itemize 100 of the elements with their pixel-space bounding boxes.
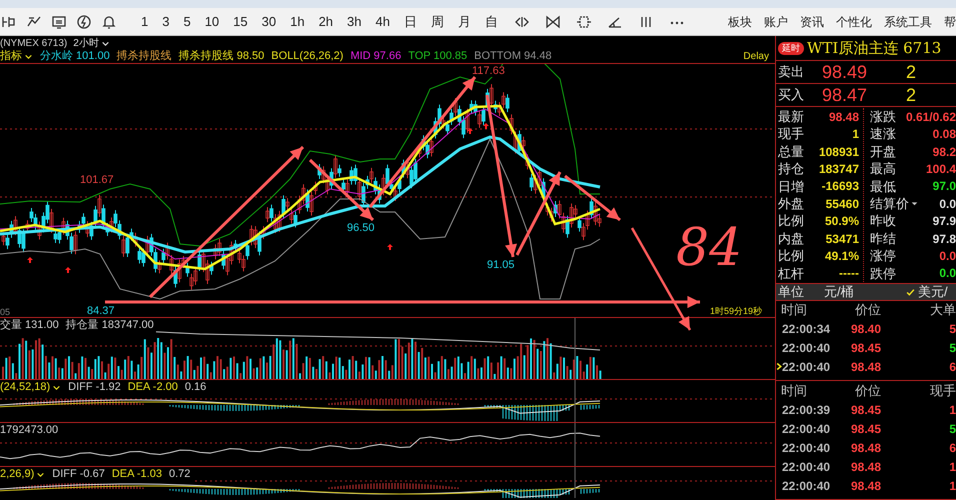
unit-value: 元/桶 xyxy=(824,283,855,302)
stat-label: 昨收 xyxy=(870,212,896,230)
column-header: 价位 xyxy=(854,301,881,320)
amount-cell-text: 6 xyxy=(948,440,956,456)
order-label: 买入 xyxy=(777,86,805,104)
stat-label: 外盘 xyxy=(778,195,804,213)
period-button[interactable]: 周 xyxy=(428,12,446,32)
period-button[interactable]: 10 xyxy=(202,12,222,32)
legend-label: 交量 131.00 xyxy=(0,318,59,333)
time-cell-text: 22:00:39 xyxy=(782,402,832,418)
price-cell-text: 98.48 xyxy=(850,440,881,456)
indicator-dropdown[interactable]: (24,52,18) xyxy=(0,380,62,395)
period-button[interactable]: 1h xyxy=(288,12,307,32)
price-label: 84.37 xyxy=(87,306,115,317)
price-cell-text: 98.48 xyxy=(850,358,881,376)
stat-value: 55460 xyxy=(826,196,859,213)
instrument-title: WTI原油主连 6713 xyxy=(807,38,942,59)
menu-item[interactable]: 个性化 xyxy=(836,12,872,30)
order-price: 98.49 xyxy=(822,60,868,84)
period-button[interactable]: 30 xyxy=(260,12,278,32)
amount-cell-text: 5 xyxy=(948,420,956,438)
time-cell-text: 22:00:34 xyxy=(782,320,832,338)
stat-label: 昨结 xyxy=(870,230,896,248)
stat-value: 98.2 xyxy=(932,144,956,161)
legend-label: 搏杀持股线 98.50 xyxy=(178,49,264,64)
period-button[interactable]: 1 xyxy=(139,12,150,32)
stat-label: 比例 xyxy=(778,247,804,266)
menu-item[interactable]: 帮 xyxy=(944,12,956,30)
unit-label: 单位 xyxy=(777,283,805,302)
stat-value: 0.0 xyxy=(939,265,956,282)
price-cell-text: 98.45 xyxy=(850,402,881,418)
stat-label: 持仓 xyxy=(778,160,804,178)
menu-item[interactable]: 板块 xyxy=(728,12,752,30)
stat-value: 97.0 xyxy=(932,178,956,196)
legend-label: 0.16 xyxy=(184,380,206,395)
stat-label: 总量 xyxy=(778,142,804,161)
stat-label: 杠杆 xyxy=(778,264,804,283)
order-volume: 2 xyxy=(906,60,916,84)
stat-value: -16693 xyxy=(822,178,859,196)
price-label: 91.05 xyxy=(487,260,515,271)
period-dropdown[interactable]: 2小时 xyxy=(73,36,110,50)
menu-item[interactable]: 资讯 xyxy=(800,12,824,30)
stat-label: 内盘 xyxy=(778,230,804,248)
price-cell-text: 98.48 xyxy=(850,458,881,476)
indicator-dropdown[interactable]: 2,26,9) xyxy=(0,467,46,482)
stat-label: 涨跌 xyxy=(870,108,896,126)
stat-label: 现手 xyxy=(778,125,804,144)
period-button[interactable]: 2h xyxy=(316,12,336,32)
period-button[interactable]: 月 xyxy=(456,12,473,32)
amount-cell-text: 6 xyxy=(948,358,956,376)
order-price: 98.47 xyxy=(822,84,868,107)
order-label: 卖出 xyxy=(777,63,805,82)
period-button[interactable]: 15 xyxy=(231,12,250,32)
stat-label: 日增 xyxy=(778,178,804,196)
legend-label: DEA -2.00 xyxy=(128,380,178,395)
stat-value: 98.48 xyxy=(828,108,859,126)
stat-value: 49.1% xyxy=(824,248,859,265)
period-button[interactable]: 5 xyxy=(181,12,193,32)
menu-item[interactable]: 系统工具 xyxy=(884,12,932,30)
time-cell-text: 22:00:40 xyxy=(782,458,832,476)
period-button[interactable]: 3h xyxy=(345,12,364,32)
period-button[interactable]: 日 xyxy=(402,12,419,32)
price-cell-text: 98.45 xyxy=(850,340,881,356)
countdown-label: 1时59分19秒 xyxy=(710,305,762,318)
indicator-dropdown[interactable]: 指标 xyxy=(0,48,33,65)
time-cell-text: 22:00:40 xyxy=(782,340,832,356)
period-button[interactable]: 4h xyxy=(374,12,392,32)
delay-badge: 延时 xyxy=(778,42,804,55)
stat-value: 97.8 xyxy=(932,230,956,248)
stat-label: 比例 xyxy=(778,212,804,230)
stat-label: 速涨 xyxy=(870,125,896,144)
axis-label: 05 xyxy=(0,306,10,318)
stat-value: 108931 xyxy=(818,144,859,161)
amount-cell-text: 5 xyxy=(948,340,956,356)
period-button[interactable]: 3 xyxy=(160,12,172,32)
stat-dropdown[interactable]: 结算价 xyxy=(870,194,919,214)
stat-value: 50.9% xyxy=(824,213,859,230)
amount-cell-text: 1 xyxy=(948,402,956,418)
handwritten-annotation: 84 xyxy=(676,222,742,274)
amount-cell-text: 1 xyxy=(948,458,956,476)
amount-cell-text: 5 xyxy=(948,320,956,338)
period-button[interactable]: 自 xyxy=(482,12,500,32)
price-cell-text: 98.40 xyxy=(850,320,881,338)
column-header: 时间 xyxy=(780,301,808,320)
time-cell-text: 22:00:40 xyxy=(782,478,832,494)
delay-label: Delay xyxy=(743,50,769,64)
stat-value: ----- xyxy=(839,265,859,282)
time-cell-text: 22:00:40 xyxy=(782,420,832,438)
price-label: 96.50 xyxy=(347,223,375,234)
legend-label: TOP 100.85 xyxy=(408,49,468,64)
menu-item[interactable]: 账户 xyxy=(764,12,788,30)
symbol-label: (NYMEX 6713) xyxy=(0,36,68,50)
column-header: 现手 xyxy=(929,382,956,400)
legend-label: BOTTOM 94.48 xyxy=(474,49,552,64)
unit-option[interactable]: 美元/ xyxy=(906,282,948,302)
legend-label: MID 97.66 xyxy=(350,49,402,64)
stat-value: 0.61/0.62 xyxy=(906,108,956,126)
legend-label: 0.72 xyxy=(168,467,190,482)
stat-value: 0.0 xyxy=(939,196,956,213)
time-cell-text: 22:00:40 xyxy=(782,358,832,376)
